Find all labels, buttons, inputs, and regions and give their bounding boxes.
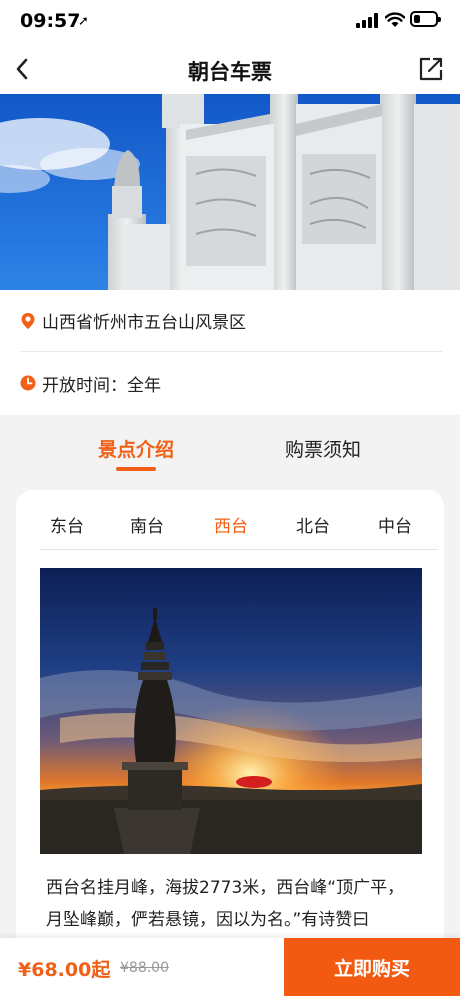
tab-attraction-intro[interactable]: 景点介绍	[98, 435, 174, 462]
info-section: 山西省忻州市五台山风景区 开放时间：全年	[0, 290, 460, 415]
sub-tab-east[interactable]: 东台	[50, 512, 84, 537]
hero-image	[0, 94, 460, 290]
battery-icon	[410, 11, 441, 27]
tab-ticket-notice[interactable]: 购票须知	[285, 435, 361, 462]
buy-now-button[interactable]: 立即购买	[284, 938, 460, 996]
original-price: ¥88.00	[120, 960, 169, 976]
location-pin-icon	[21, 312, 35, 329]
wifi-icon	[385, 12, 405, 27]
clock-icon	[20, 375, 36, 391]
purchase-bar: ¥68.00起 ¥88.00 立即购买	[0, 938, 460, 996]
sub-tab-central[interactable]: 中台	[378, 512, 412, 537]
hours-text: 开放时间：全年	[42, 375, 161, 396]
peak-photo	[40, 568, 422, 854]
location-arrow-icon: ➚	[78, 14, 89, 29]
location-text: 山西省忻州市五台山风景区	[42, 313, 246, 333]
signal-icon	[356, 13, 378, 28]
main-tabs: 景点介绍 购票须知	[0, 415, 460, 490]
nav-bar: 朝台车票	[0, 44, 460, 94]
content-card: 东台 南台 西台 北台 中台 西台名挂月峰，海拔2773米，西台峰“顶广平，月坠…	[16, 490, 444, 950]
status-time: 09:57	[20, 10, 81, 32]
battery-level	[414, 15, 420, 23]
share-icon[interactable]	[414, 52, 448, 86]
status-bar: 09:57 ➚	[0, 0, 460, 44]
active-tab-indicator	[116, 467, 156, 471]
hours-row: 开放时间：全年	[20, 352, 442, 414]
sub-tab-north[interactable]: 北台	[296, 512, 330, 537]
location-row: 山西省忻州市五台山风景区	[20, 290, 442, 352]
sub-tab-south[interactable]: 南台	[130, 512, 164, 537]
peak-description: 西台名挂月峰，海拔2773米，西台峰“顶广平，月坠峰巅，俨若悬镜，因以为名。”有…	[46, 878, 405, 930]
page-title: 朝台车票	[188, 60, 272, 84]
sub-tab-west[interactable]: 西台	[214, 512, 248, 537]
current-price: ¥68.00起	[18, 959, 111, 981]
peak-sub-tabs: 东台 南台 西台 北台 中台	[40, 490, 438, 550]
